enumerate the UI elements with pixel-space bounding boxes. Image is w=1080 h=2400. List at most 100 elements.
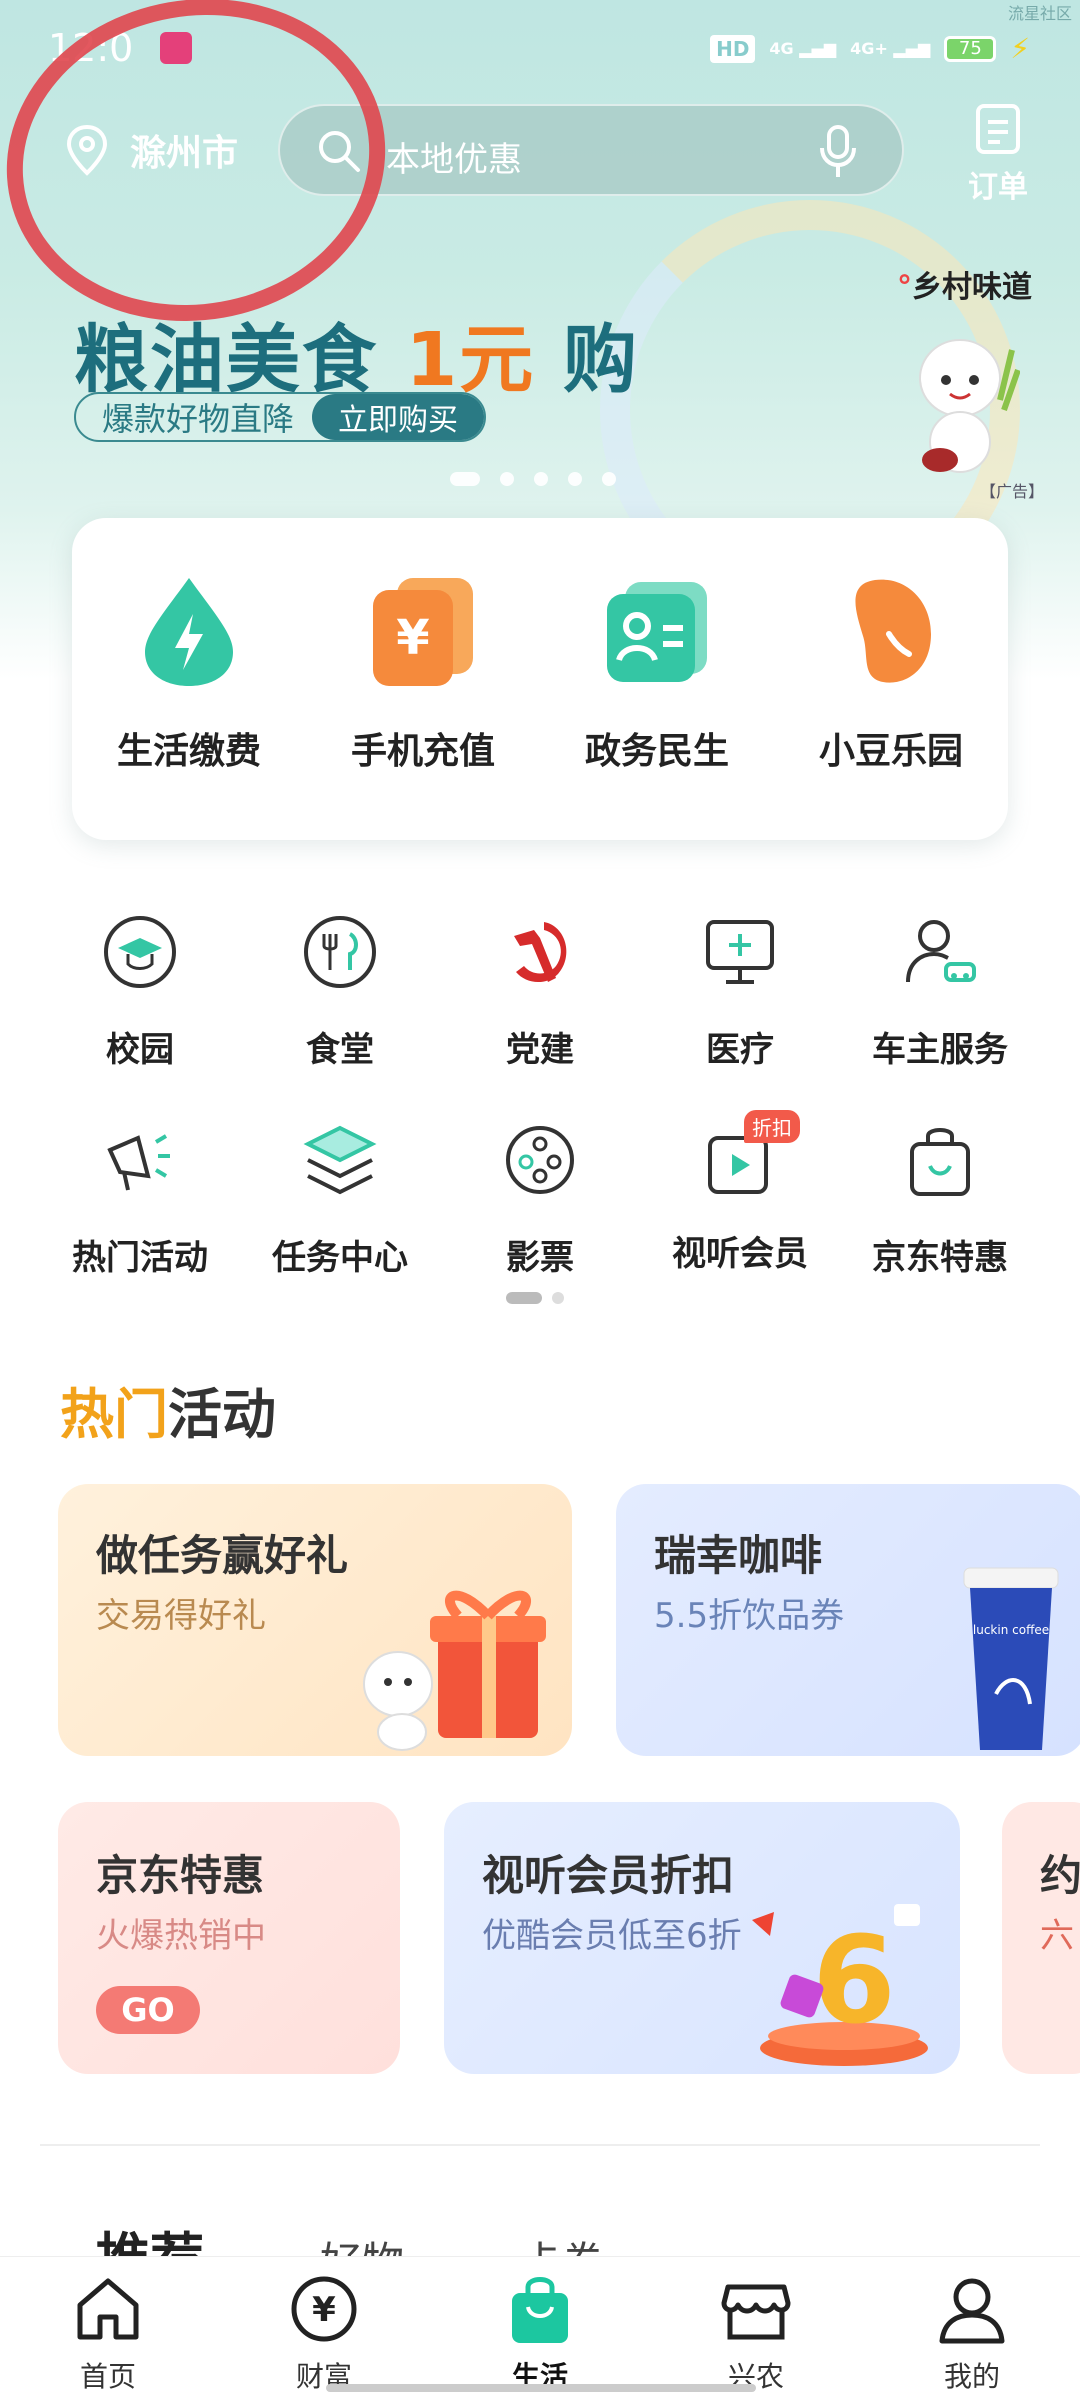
brand-text: 乡村味道 <box>912 270 1032 305</box>
activity-card-jd[interactable]: 京东特惠 火爆热销中 GO <box>58 1802 400 2074</box>
banner-title-highlight: 1元 <box>405 317 536 403</box>
mascot-illustration <box>919 339 1020 473</box>
nav-wealth[interactable]: ¥ 财富 <box>224 2257 424 2400</box>
orders-button[interactable]: 订单 <box>958 100 1038 206</box>
yuan-card-icon: ¥ <box>373 578 473 686</box>
banner-dot <box>450 472 480 486</box>
activity-card-video-discount[interactable]: 视听会员折扣 优酷会员低至6折 6 <box>444 1802 960 2074</box>
activity-card-more[interactable]: 约 六 <box>1002 1802 1080 2074</box>
shortcut-canteen[interactable]: 食堂 <box>240 900 440 1108</box>
shortcut-label: 视听会员 <box>672 1234 808 1274</box>
nav-agriculture[interactable]: 兴农 <box>656 2257 856 2400</box>
signal-icon-2: 4G+ ▂▄▆ <box>850 39 931 58</box>
hot-title-a: 热门 <box>60 1383 168 1446</box>
lightning-drop-icon <box>145 578 233 686</box>
grid-page-dot <box>506 1292 542 1304</box>
service-bean-park[interactable]: 小豆乐园 <box>791 574 991 840</box>
gesture-bar[interactable] <box>326 2384 756 2392</box>
shortcut-jd-deals[interactable]: 京东特惠 <box>840 1108 1040 1316</box>
card-subtitle: 交易得好礼 <box>96 1596 266 1636</box>
service-government[interactable]: 政务民生 <box>557 574 757 840</box>
svg-text:¥: ¥ <box>396 610 429 666</box>
card-title: 瑞幸咖啡 <box>654 1531 823 1580</box>
shortcut-campus[interactable]: 校园 <box>40 900 240 1108</box>
nav-home[interactable]: 首页 <box>8 2257 208 2400</box>
ad-label: 【广告】 <box>979 482 1044 501</box>
hd-icon: HD <box>710 34 756 63</box>
yuan-coin-icon: ¥ <box>291 2276 357 2342</box>
nav-mine[interactable]: 我的 <box>872 2257 1072 2400</box>
card-subtitle: 火爆热销中 <box>96 1916 266 1956</box>
banner-dot <box>568 472 582 486</box>
shortcut-label: 医疗 <box>706 1030 774 1070</box>
banner-dot <box>534 472 548 486</box>
shortcut-medical[interactable]: 医疗 <box>640 900 840 1108</box>
home-icon <box>77 2278 139 2340</box>
shortcut-movie-tickets[interactable]: 影票 <box>440 1108 640 1316</box>
service-label: 政务民生 <box>584 731 729 772</box>
shortcut-hot-activities[interactable]: 热门活动 <box>40 1108 240 1316</box>
banner-subtitle: 爆款好物直降 <box>102 400 295 438</box>
graduation-cap-icon <box>104 916 176 988</box>
card-title: 京东特惠 <box>96 1851 265 1900</box>
service-life-payment[interactable]: 生活缴费 <box>89 574 289 840</box>
shortcut-party[interactable]: 党建 <box>440 900 640 1108</box>
big-six-illustration: 6 <box>752 1904 928 2066</box>
shortcut-label: 车主服务 <box>872 1030 1008 1070</box>
nav-label: 首页 <box>79 2360 136 2393</box>
bean-icon <box>855 579 931 683</box>
search-placeholder: 本地优惠 <box>386 140 522 180</box>
service-phone-topup[interactable]: ¥ 手机充值 <box>323 574 523 840</box>
hot-title-b: 活动 <box>168 1383 276 1446</box>
charging-icon: ⚡ <box>1010 32 1030 65</box>
layers-icon <box>303 1125 377 1195</box>
buy-now-button[interactable]: 立即购买 <box>312 394 485 440</box>
svg-text:¥: ¥ <box>312 2290 336 2330</box>
nav-life[interactable]: 生活 <box>440 2257 640 2400</box>
section-divider <box>40 2144 1040 2146</box>
discount-badge: 折扣 <box>744 1110 800 1143</box>
activity-card-luckin[interactable]: 瑞幸咖啡 5.5折饮品券 luckin coffee <box>616 1484 1080 1756</box>
film-reel-icon <box>506 1126 574 1194</box>
go-button[interactable]: GO <box>96 1986 200 2034</box>
nav-label: 我的 <box>943 2360 1000 2393</box>
shortcut-grid: 校园 食堂 党建 医疗 车主服务 热门活动 任务中心 影票 折扣 视听会员 京东… <box>40 900 1040 1316</box>
play-card-icon-wrap: 折扣 <box>700 1110 800 1200</box>
card-title: 约 <box>1040 1851 1080 1900</box>
service-card: 生活缴费 ¥ 手机充值 政务民生 小豆乐园 <box>72 518 1008 840</box>
banner-pagination <box>450 472 616 486</box>
corner-text: 流星社区 <box>1007 4 1072 23</box>
card-subtitle: 六 <box>1040 1916 1074 1956</box>
id-card-icon <box>607 582 707 682</box>
shortcut-label: 影票 <box>506 1238 574 1278</box>
service-label: 生活缴费 <box>116 731 261 772</box>
service-label: 手机充值 <box>350 731 495 772</box>
shortcut-label: 任务中心 <box>272 1238 408 1278</box>
microphone-icon[interactable] <box>818 124 858 180</box>
grid-page-dot <box>552 1292 564 1304</box>
shortcut-car-owner[interactable]: 车主服务 <box>840 900 1040 1108</box>
grid-pagination <box>506 1292 564 1304</box>
cup-text: luckin coffee <box>973 1623 1049 1637</box>
coffee-cup-illustration: luckin coffee <box>963 1567 1059 1750</box>
store-icon <box>721 2284 791 2340</box>
big-number: 6 <box>812 1912 896 2051</box>
card-title: 做任务赢好礼 <box>96 1531 349 1580</box>
shortcut-video-membership[interactable]: 折扣 视听会员 <box>640 1108 840 1316</box>
megaphone-icon <box>107 1134 170 1191</box>
banner-title-post: 购 <box>563 317 640 403</box>
shortcut-task-center[interactable]: 任务中心 <box>240 1108 440 1316</box>
card-title: 视听会员折扣 <box>482 1851 735 1900</box>
shortcut-label: 校园 <box>106 1030 174 1070</box>
service-label: 小豆乐园 <box>818 731 963 772</box>
card-subtitle: 优酷会员低至6折 <box>482 1916 742 1956</box>
user-car-icon <box>906 920 976 983</box>
shopping-bag-icon <box>512 2277 568 2343</box>
banner-title-pre: 粮油美食 <box>74 317 378 403</box>
activity-card-tasks[interactable]: 做任务赢好礼 交易得好礼 <box>58 1484 572 1756</box>
user-icon <box>939 2278 1005 2344</box>
shortcut-label: 党建 <box>506 1030 574 1070</box>
signal-icon: 4G ▂▄▆ <box>769 39 837 58</box>
banner-brand: °乡村味道 <box>897 270 1032 305</box>
banner-subtitle-pill: 爆款好物直降 立即购买 <box>74 392 487 442</box>
